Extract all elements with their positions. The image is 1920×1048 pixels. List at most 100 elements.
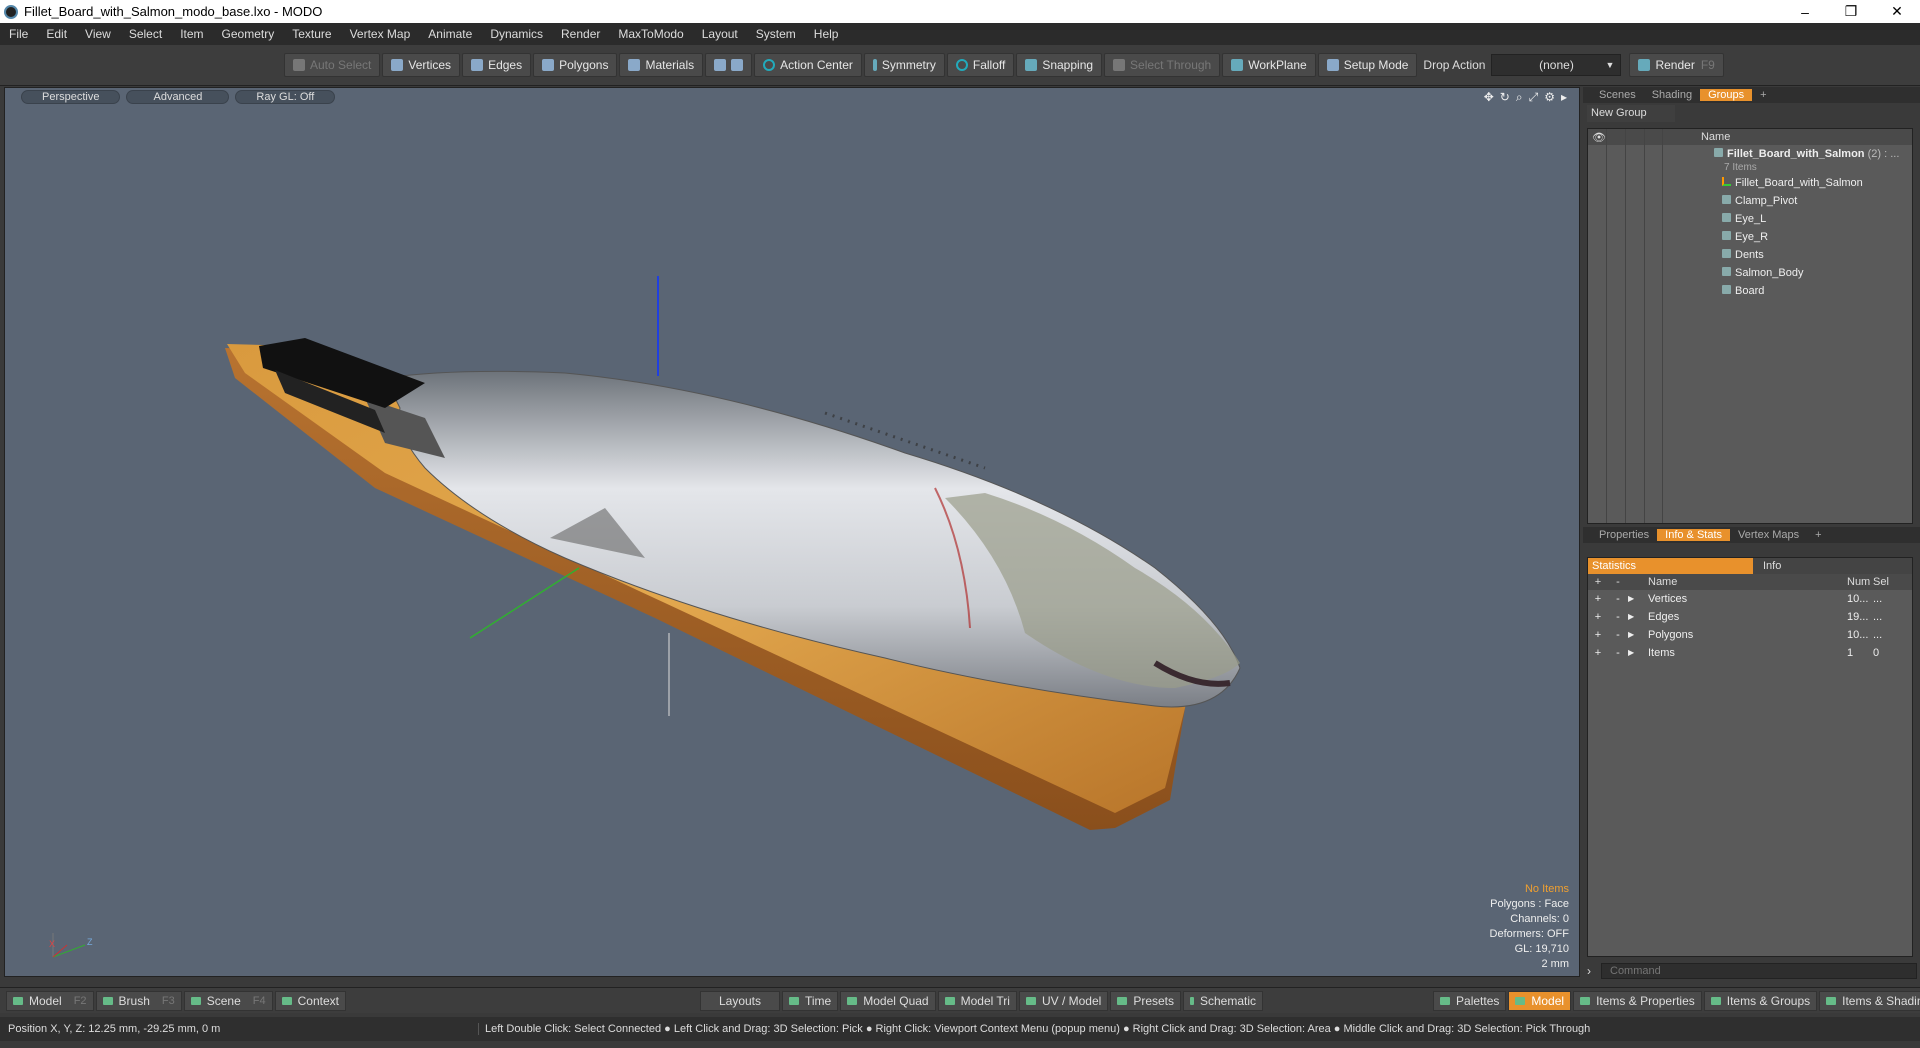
edges-button[interactable]: Edges [462, 53, 532, 77]
brush-mode-button[interactable]: Brush F3 [95, 990, 182, 1011]
move-view-icon[interactable]: ✥ [1484, 90, 1494, 105]
close-button[interactable]: ✕ [1874, 3, 1920, 20]
menu-vertex-map[interactable]: Vertex Map [341, 27, 420, 41]
selection-sets-button[interactable] [705, 53, 753, 77]
tab-statistics[interactable]: Statistics [1588, 558, 1753, 574]
palettes-button[interactable]: Palettes [1433, 990, 1507, 1011]
command-input[interactable] [1601, 962, 1917, 979]
items-properties-button[interactable]: Items & Properties [1573, 990, 1702, 1011]
gear-icon[interactable]: ⚙ [1544, 90, 1555, 105]
menu-animate[interactable]: Animate [419, 27, 481, 41]
menu-help[interactable]: Help [805, 27, 848, 41]
symmetry-icon [872, 59, 877, 71]
perspective-button[interactable]: Perspective [21, 90, 121, 104]
action-center-button[interactable]: Action Center [754, 53, 862, 77]
setup-mode-button[interactable]: Setup Mode [1317, 53, 1418, 77]
axis-gizmo: X Z [45, 927, 95, 966]
tab-properties[interactable]: Properties [1591, 529, 1657, 541]
menu-select[interactable]: Select [120, 27, 171, 41]
model-layout-button[interactable]: Model [1508, 990, 1572, 1011]
menu-view[interactable]: View [76, 27, 120, 41]
drop-action-select[interactable]: (none) ▼ [1491, 54, 1622, 76]
menu-item[interactable]: Item [171, 27, 212, 41]
advanced-button[interactable]: Advanced [126, 90, 230, 104]
3d-viewport[interactable]: Perspective Advanced Ray GL: Off ✥ ↻ ⌕ ⤢… [4, 87, 1580, 977]
add-tab-button[interactable]: + [1807, 529, 1829, 541]
fit-view-icon[interactable]: ⤢ [1529, 90, 1539, 105]
triangle-right-icon[interactable]: ▶ [1628, 626, 1640, 644]
restore-button[interactable]: ❐ [1828, 3, 1874, 20]
snapping-button[interactable]: Snapping [1016, 53, 1103, 77]
menu-edit[interactable]: Edit [37, 27, 76, 41]
expand-button[interactable]: + [1588, 590, 1608, 608]
context-button[interactable]: Context [274, 990, 346, 1011]
items-groups-button[interactable]: Items & Groups [1703, 990, 1818, 1011]
falloff-button[interactable]: Falloff [946, 53, 1015, 77]
symmetry-button[interactable]: Symmetry [863, 53, 945, 77]
items-shading-button[interactable]: Items & Shading [1819, 990, 1920, 1011]
raygl-button[interactable]: Ray GL: Off [235, 90, 336, 104]
minimize-button[interactable]: – [1782, 4, 1828, 20]
tab-info-stats[interactable]: Info & Stats [1657, 529, 1731, 541]
new-group-button[interactable]: New Group [1587, 105, 1675, 122]
materials-button[interactable]: Materials [619, 53, 704, 77]
time-button[interactable]: Time [782, 990, 839, 1011]
list-item[interactable]: Clamp_Pivot [1588, 192, 1912, 210]
tab-shading[interactable]: Shading [1644, 89, 1700, 101]
menu-system[interactable]: System [747, 27, 805, 41]
list-item[interactable]: Eye_R [1588, 228, 1912, 246]
scene-mode-button[interactable]: Scene F4 [183, 990, 273, 1011]
triangle-right-icon[interactable]: ▶ [1628, 590, 1640, 608]
menu-geometry[interactable]: Geometry [213, 27, 284, 41]
add-tab-button[interactable]: + [1752, 89, 1774, 101]
table-row[interactable]: + - ▶ Edges 19...... [1588, 608, 1912, 626]
expand-button[interactable]: + [1588, 626, 1608, 644]
tab-scenes[interactable]: Scenes [1591, 89, 1644, 101]
table-row[interactable]: + - ▶ Polygons 10...... [1588, 626, 1912, 644]
select-through-button[interactable]: Select Through [1104, 53, 1221, 77]
expand-button[interactable]: + [1588, 644, 1608, 662]
items-properties-icon [1580, 996, 1591, 1005]
play-icon[interactable]: ▸ [1561, 90, 1567, 105]
tab-groups[interactable]: Groups [1700, 89, 1753, 101]
command-bar: › [1587, 962, 1917, 979]
rotate-view-icon[interactable]: ↻ [1500, 90, 1510, 105]
menu-texture[interactable]: Texture [283, 27, 340, 41]
presets-button[interactable]: Presets [1110, 990, 1182, 1011]
expand-button[interactable]: + [1588, 608, 1608, 626]
collapse-button[interactable]: - [1608, 626, 1628, 644]
layouts-button[interactable]: Layouts [699, 990, 780, 1011]
tab-info[interactable]: Info [1753, 558, 1912, 574]
polygons-button[interactable]: Polygons [533, 53, 618, 77]
tab-vertex-maps[interactable]: Vertex Maps [1730, 529, 1807, 541]
list-item[interactable]: Eye_L [1588, 210, 1912, 228]
collapse-button[interactable]: - [1608, 644, 1628, 662]
menu-file[interactable]: File [0, 27, 37, 41]
zoom-view-icon[interactable]: ⌕ [1516, 90, 1523, 105]
list-item[interactable]: Board [1588, 282, 1912, 300]
list-item[interactable]: Fillet_Board_with_Salmon [1588, 174, 1912, 192]
render-button[interactable]: Render F9 [1629, 53, 1724, 77]
schematic-button[interactable]: Schematic [1183, 990, 1264, 1011]
model-mode-button[interactable]: Model F2 [6, 990, 94, 1011]
collapse-button[interactable]: - [1608, 608, 1628, 626]
menu-layout[interactable]: Layout [693, 27, 747, 41]
triangle-right-icon[interactable]: ▶ [1628, 608, 1640, 626]
table-row[interactable]: + - ▶ Vertices 10...... [1588, 590, 1912, 608]
vertices-button[interactable]: Vertices [382, 53, 461, 77]
table-row[interactable]: + - ▶ Items 1 0 [1588, 644, 1912, 662]
model-tri-button[interactable]: Model Tri [937, 990, 1017, 1011]
model-quad-button[interactable]: Model Quad [840, 990, 936, 1011]
collapse-button[interactable]: - [1608, 590, 1628, 608]
uv-model-button[interactable]: UV / Model [1018, 990, 1109, 1011]
list-item[interactable]: Dents [1588, 246, 1912, 264]
triangle-right-icon[interactable]: ▶ [1628, 644, 1640, 662]
menu-dynamics[interactable]: Dynamics [481, 27, 552, 41]
auto-select-button[interactable]: Auto Select [284, 53, 381, 77]
workplane-button[interactable]: WorkPlane [1222, 53, 1316, 77]
menu-render[interactable]: Render [552, 27, 609, 41]
group-root[interactable]: Fillet_Board_with_Salmon (2) : ... [1588, 145, 1912, 162]
stats-header: + - Name Num Sel [1588, 574, 1912, 590]
menu-maxtomodo[interactable]: MaxToModo [609, 27, 692, 41]
list-item[interactable]: Salmon_Body [1588, 264, 1912, 282]
